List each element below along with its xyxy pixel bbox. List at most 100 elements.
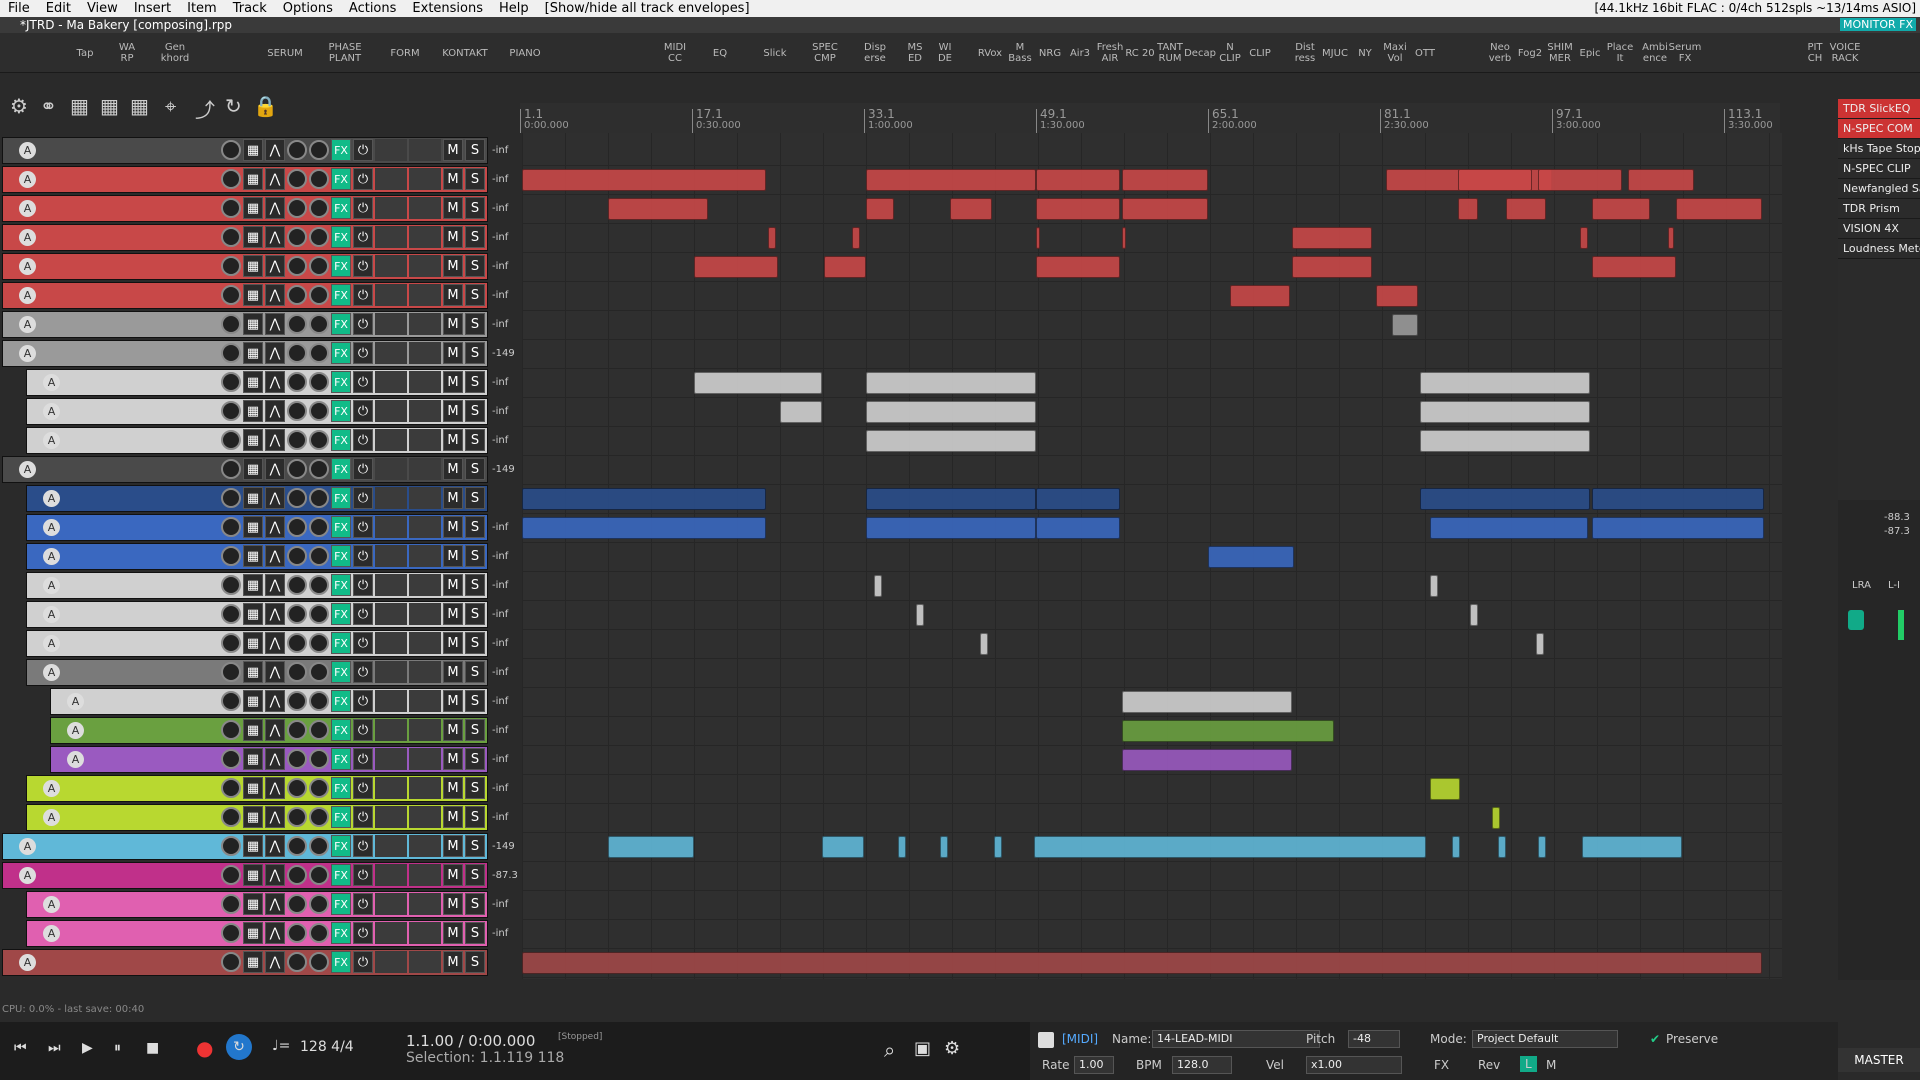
media-item[interactable] <box>866 430 1036 452</box>
solo-button[interactable]: S <box>465 139 485 161</box>
ripple-icon[interactable]: ⤴ <box>195 94 215 123</box>
track-lead-3[interactable]: A ▦ ⋀ FX ⏻ M S <box>26 572 488 599</box>
record-arm-button[interactable]: A <box>19 954 36 971</box>
envelope-icon[interactable]: ⋀ <box>265 835 285 857</box>
phase-icon[interactable] <box>221 575 241 595</box>
fx-button[interactable]: FX <box>331 139 351 161</box>
media-item[interactable] <box>1538 169 1622 191</box>
item-l-button[interactable]: L <box>1520 1056 1537 1072</box>
track-lead-2[interactable]: A ▦ ⋀ FX ⏻ M S <box>26 398 488 425</box>
toolbar-button-29[interactable]: OTT <box>1410 33 1440 73</box>
bpm-field[interactable]: 128.0 <box>1172 1056 1232 1074</box>
toolbar-button-0[interactable]: Tap <box>70 33 100 73</box>
fx-button[interactable]: FX <box>331 429 351 451</box>
track-lane[interactable] <box>522 804 1782 833</box>
phase-icon[interactable] <box>221 459 241 479</box>
lock-icon[interactable]: 🔒 <box>253 94 278 118</box>
media-item[interactable] <box>1582 836 1682 858</box>
routing-icon[interactable]: ▦ <box>243 197 263 219</box>
mute-button[interactable]: M <box>443 255 463 277</box>
fx-slot-1[interactable] <box>375 371 407 393</box>
search-icon[interactable]: ⌕ <box>884 1038 895 1062</box>
fx-slot-1[interactable] <box>375 516 407 538</box>
item-rev-button[interactable]: Rev <box>1478 1058 1500 1072</box>
mute-button[interactable]: M <box>443 574 463 596</box>
media-item[interactable] <box>1628 169 1694 191</box>
envelope-icon[interactable]: ⋀ <box>265 777 285 799</box>
solo-button[interactable]: S <box>465 545 485 567</box>
phase-icon[interactable] <box>221 952 241 972</box>
solo-button[interactable]: S <box>465 632 485 654</box>
fx-slot-1[interactable] <box>375 255 407 277</box>
media-item[interactable] <box>1430 517 1588 539</box>
menu-insert[interactable]: Insert <box>126 0 179 17</box>
fx-slot-2[interactable] <box>409 574 441 596</box>
media-item[interactable] <box>1592 198 1650 220</box>
media-item[interactable] <box>866 488 1036 510</box>
routing-icon[interactable]: ▦ <box>243 835 263 857</box>
record-arm-button[interactable]: A <box>19 258 36 275</box>
go-end-icon[interactable]: ⏭ <box>48 1040 61 1056</box>
envelope-icon[interactable]: ⋀ <box>265 313 285 335</box>
record-arm-button[interactable]: A <box>43 780 60 797</box>
record-arm-button[interactable]: A <box>43 925 60 942</box>
fx-slot-2[interactable] <box>409 951 441 973</box>
fx-button[interactable]: FX <box>331 632 351 654</box>
fx-button[interactable]: FX <box>331 806 351 828</box>
mute-button[interactable]: M <box>443 197 463 219</box>
fx-slot-1[interactable] <box>375 458 407 480</box>
envelope-icon[interactable]: ⋀ <box>265 139 285 161</box>
mute-button[interactable]: M <box>443 922 463 944</box>
fx-button[interactable]: FX <box>331 342 351 364</box>
pan-knob[interactable] <box>309 285 329 305</box>
fx-button[interactable]: FX <box>331 574 351 596</box>
record-icon[interactable]: ● <box>196 1036 213 1060</box>
fx-slot-1[interactable] <box>375 748 407 770</box>
toolbar-button-17[interactable]: NRG <box>1035 33 1065 73</box>
solo-button[interactable]: S <box>465 197 485 219</box>
fx-button[interactable]: FX <box>331 719 351 741</box>
routing-icon[interactable]: ▦ <box>243 922 263 944</box>
media-item[interactable] <box>950 198 992 220</box>
routing-icon[interactable]: ▦ <box>243 574 263 596</box>
media-item[interactable] <box>994 836 1002 858</box>
envelope-icon[interactable]: ⋀ <box>265 429 285 451</box>
pan-knob[interactable] <box>309 343 329 363</box>
solo-button[interactable]: S <box>465 255 485 277</box>
fx-slot-1[interactable] <box>375 951 407 973</box>
fx-button[interactable]: FX <box>331 168 351 190</box>
pan-knob[interactable] <box>309 807 329 827</box>
pan-knob[interactable] <box>309 314 329 334</box>
toolbar-button-1[interactable]: WA RP <box>112 33 142 73</box>
media-item[interactable] <box>1668 227 1674 249</box>
track-lead-rev[interactable]: A ▦ ⋀ FX ⏻ M S <box>2 311 488 338</box>
record-arm-button[interactable]: A <box>43 664 60 681</box>
toolbar-button-35[interactable]: Ambi ence <box>1640 33 1670 73</box>
media-item[interactable] <box>822 836 864 858</box>
toolbar-button-37[interactable]: PIT CH <box>1800 33 1830 73</box>
fx-button[interactable]: FX <box>331 313 351 335</box>
routing-icon[interactable]: ▦ <box>243 893 263 915</box>
master-plugin-slot[interactable]: TDR Prism <box>1838 199 1920 219</box>
media-item[interactable] <box>866 169 1036 191</box>
mode-select[interactable]: Project Default <box>1472 1030 1618 1048</box>
routing-icon[interactable]: ▦ <box>243 632 263 654</box>
fx-slot-2[interactable] <box>409 806 441 828</box>
fx-slot-1[interactable] <box>375 342 407 364</box>
phase-icon[interactable] <box>221 691 241 711</box>
pan-knob[interactable] <box>309 633 329 653</box>
envelope-icon[interactable]: ⋀ <box>265 951 285 973</box>
fx-bypass-icon[interactable]: ⏻ <box>353 922 373 944</box>
mute-button[interactable]: M <box>443 400 463 422</box>
solo-button[interactable]: S <box>465 922 485 944</box>
media-item[interactable] <box>1392 314 1418 336</box>
pan-knob[interactable] <box>309 691 329 711</box>
track-breakdown[interactable]: A ▦ ⋀ FX ⏻ M S <box>26 659 488 686</box>
toolbar-button-32[interactable]: SHIM MER <box>1545 33 1575 73</box>
fx-slot-2[interactable] <box>409 922 441 944</box>
media-item[interactable] <box>1376 285 1418 307</box>
phase-icon[interactable] <box>221 720 241 740</box>
routing-icon[interactable]: ▦ <box>243 719 263 741</box>
fx-button[interactable]: FX <box>331 197 351 219</box>
mute-button[interactable]: M <box>443 806 463 828</box>
